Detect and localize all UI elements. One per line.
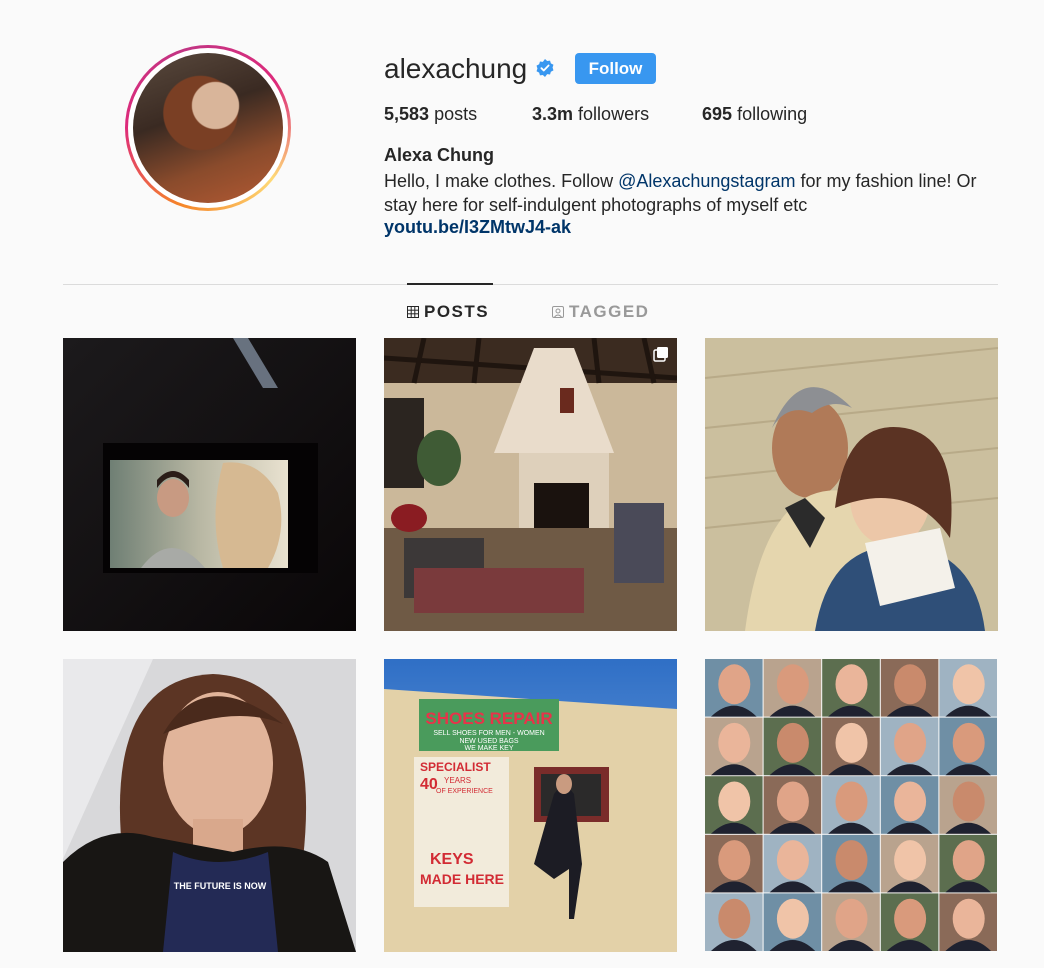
- multiple-images-icon: [653, 347, 668, 362]
- collage-face-tile: [880, 834, 939, 893]
- collage-face-tile: [939, 717, 997, 776]
- selfie-image: [705, 338, 998, 631]
- collage-face-tile: [939, 893, 997, 951]
- tshirt-text: THE FUTURE IS NOW: [174, 881, 267, 891]
- collage-face-tile: [822, 893, 880, 951]
- collage-face-tile: [763, 834, 822, 893]
- post-portrait[interactable]: THE FUTURE IS NOW: [63, 659, 356, 952]
- grid-icon: [407, 306, 419, 318]
- tab-posts[interactable]: POSTS: [407, 302, 489, 322]
- movie-screen-image: [63, 338, 356, 631]
- collage-face-tile: [880, 776, 939, 834]
- shoes-repair-image: SHOES REPAIR SELL SHOES FOR MEN - WOMEN …: [384, 659, 677, 952]
- active-tab-indicator: [407, 283, 493, 285]
- tabs-divider: [63, 284, 998, 285]
- post-shoes-repair[interactable]: SHOES REPAIR SELL SHOES FOR MEN - WOMEN …: [384, 659, 677, 952]
- followers-stat[interactable]: 3.3m followers: [532, 104, 649, 125]
- collage-face-tile: [939, 659, 997, 717]
- posts-label: posts: [434, 104, 478, 124]
- sign-line2: NEW USED BAGS: [459, 738, 518, 745]
- followers-label: followers: [578, 104, 650, 124]
- post-faces-collage[interactable]: [705, 659, 998, 952]
- collage-face-tile: [939, 776, 997, 834]
- collage-face-tile: [939, 834, 997, 893]
- collage-face-tile: [880, 717, 939, 776]
- profile-username: alexachung: [384, 53, 528, 84]
- collage-face-tile: [763, 717, 822, 776]
- following-label: following: [737, 104, 808, 124]
- full-name: Alexa Chung: [384, 145, 495, 165]
- follow-button[interactable]: Follow: [575, 53, 656, 84]
- bio: Hello, I make clothes. Follow @Alexachun…: [384, 169, 984, 217]
- collage-face-tile: [763, 893, 822, 951]
- avatar[interactable]: [133, 53, 283, 203]
- avatar-border: [128, 48, 288, 208]
- collage-face-tile: [822, 717, 880, 776]
- collage-face-tile: [822, 659, 880, 717]
- following-count: 695: [702, 104, 733, 124]
- followers-count: 3.3m: [532, 104, 574, 124]
- sign-line3: WE MAKE KEY: [464, 745, 513, 752]
- collage-face-tile: [705, 717, 763, 776]
- collage-face-tile: [705, 776, 763, 834]
- collage-face-tile: [880, 893, 939, 951]
- post-selfie-netflix[interactable]: [705, 338, 998, 631]
- collage-face-tile: [822, 834, 880, 893]
- tagged-icon: [552, 306, 564, 318]
- collage-face-tile: [705, 659, 763, 717]
- collage-face-tile: [763, 659, 822, 717]
- story-ring[interactable]: [125, 45, 291, 211]
- living-room-image: [384, 338, 677, 631]
- sign-title: SHOES REPAIR: [425, 709, 552, 728]
- profile-website-link[interactable]: youtu.be/I3ZMtwJ4-ak: [384, 217, 571, 238]
- following-stat[interactable]: 695 following: [702, 104, 807, 125]
- sign-years-text: YEARS: [444, 776, 471, 785]
- post-movie-screen[interactable]: [63, 338, 356, 631]
- sign-experience: OF EXPERIENCE: [436, 788, 493, 795]
- collage-face-tile: [880, 659, 939, 717]
- tab-tagged[interactable]: TAGGED: [552, 302, 649, 322]
- post-living-room[interactable]: [384, 338, 677, 631]
- collage-face-tile: [705, 893, 763, 951]
- posts-stat: 5,583 posts: [384, 104, 477, 125]
- bio-text-start: Hello, I make clothes. Follow: [384, 171, 619, 191]
- tab-posts-label: POSTS: [424, 302, 490, 321]
- collage-face-tile: [822, 776, 880, 834]
- portrait-image: THE FUTURE IS NOW: [63, 659, 356, 952]
- sign-keys: KEYS: [430, 851, 474, 868]
- faces-collage-image: [705, 659, 997, 951]
- verified-badge-icon: [536, 59, 554, 77]
- sign-made-here: MADE HERE: [420, 871, 504, 887]
- collage-face-tile: [705, 834, 763, 893]
- tab-tagged-label: TAGGED: [569, 302, 650, 321]
- bio-mention-link[interactable]: @Alexachungstagram: [618, 171, 795, 191]
- sign-specialist: SPECIALIST: [420, 760, 491, 774]
- collage-face-tile: [763, 776, 822, 834]
- sign-line1: SELL SHOES FOR MEN - WOMEN: [433, 730, 544, 737]
- posts-count: 5,583: [384, 104, 430, 124]
